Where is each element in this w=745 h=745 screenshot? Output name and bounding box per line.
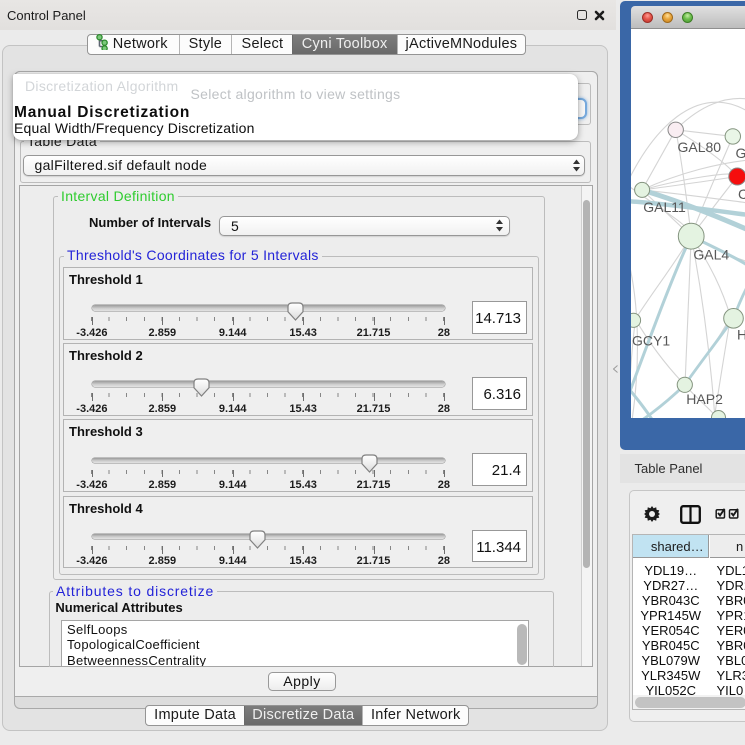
svg-text:GA: GA: [735, 145, 745, 161]
svg-text:GCY1: GCY1: [632, 332, 670, 348]
svg-text:GAL11: GAL11: [643, 199, 686, 215]
svg-text:GAL4: GAL4: [693, 247, 729, 263]
svg-text:H: H: [737, 327, 745, 343]
svg-text:HAP2: HAP2: [686, 391, 723, 407]
svg-text:GAL80: GAL80: [677, 139, 721, 155]
svg-text:C: C: [738, 186, 745, 202]
